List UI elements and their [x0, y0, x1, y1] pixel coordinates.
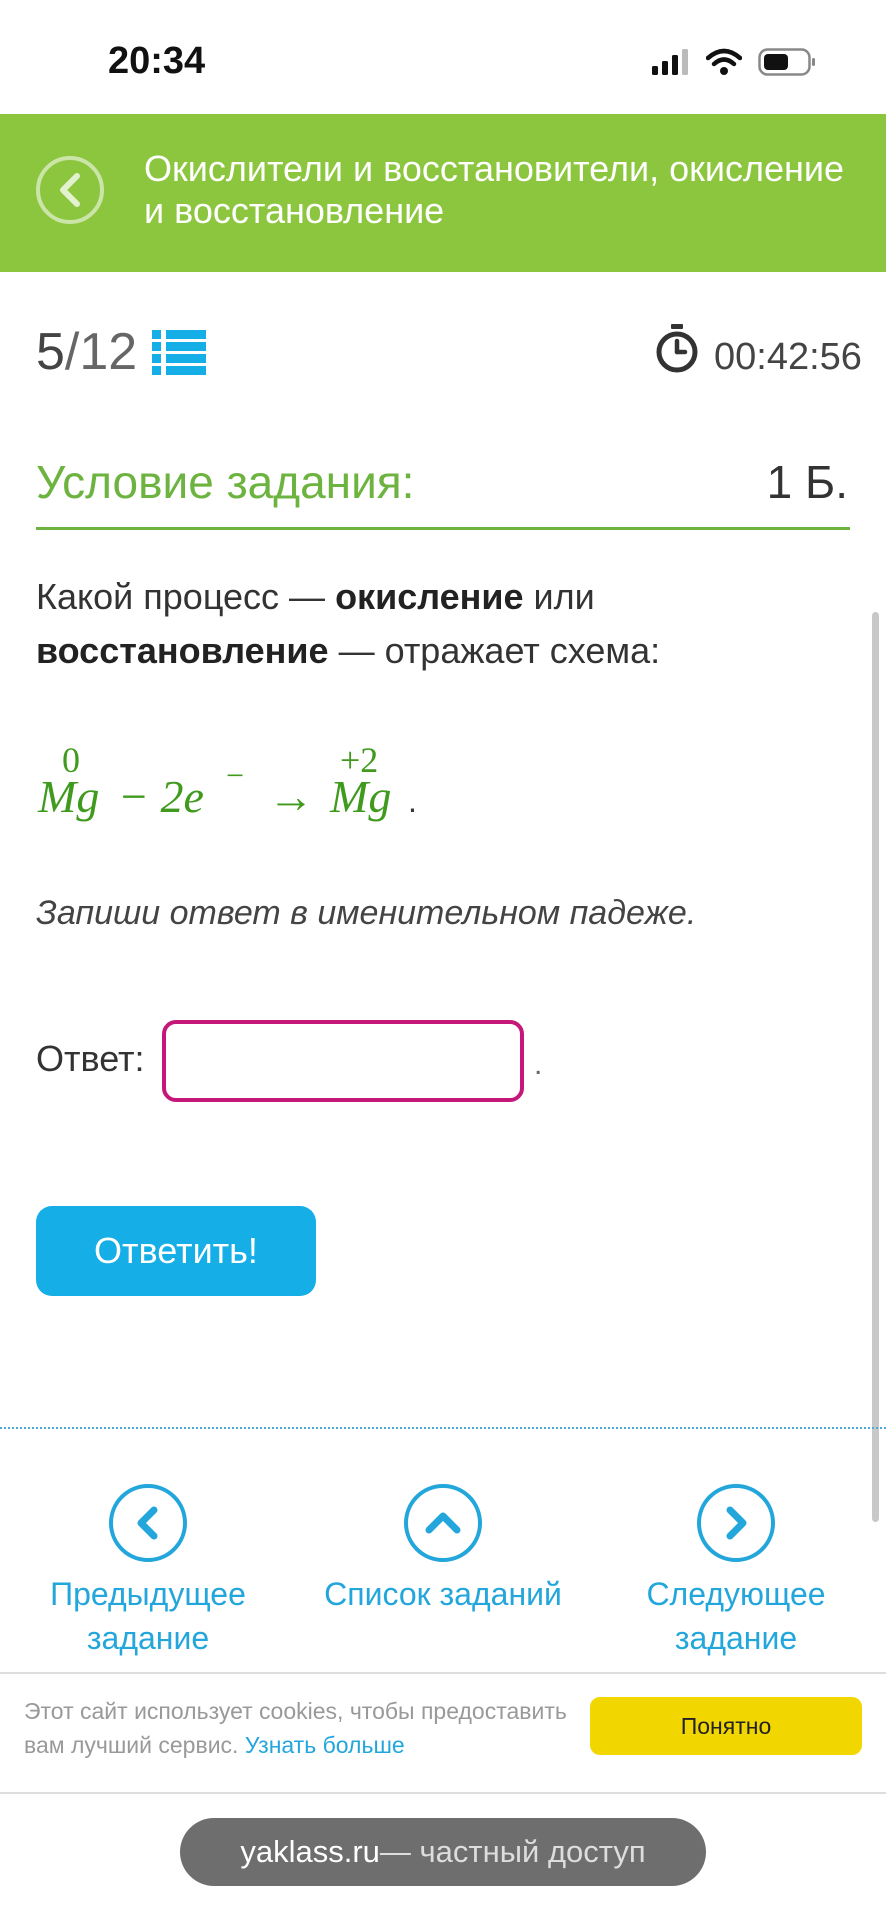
prev-label-line: задание — [86, 1620, 210, 1656]
answer-dot: . — [534, 1048, 543, 1081]
site-banner[interactable]: yaklass.ru — частный доступ — [180, 1818, 706, 1886]
submit-answer-button[interactable]: Ответить! — [36, 1206, 316, 1296]
chevron-right-icon — [726, 1506, 747, 1540]
scrollbar[interactable] — [872, 612, 879, 1522]
chevron-up-icon — [425, 1512, 461, 1534]
cookie-text: Этот сайт использует cookies, чтобы пред… — [24, 1694, 584, 1762]
stopwatch-icon — [656, 324, 698, 373]
reaction-arrow: → — [268, 771, 314, 822]
answer-input[interactable] — [162, 1020, 524, 1102]
condition-points: 1 Б. — [766, 456, 848, 508]
status-time: 20:34 — [108, 40, 206, 82]
electron-term: − 2e — [118, 771, 204, 822]
next-task-label: Следующее задание — [616, 1572, 856, 1660]
task-total: /12 — [64, 323, 138, 381]
question-text: Какой процесс — окисление или восстановл… — [36, 570, 826, 678]
question-part: — отражает схема: — [328, 630, 661, 671]
task-current: 5 — [36, 323, 65, 381]
next-task-nav[interactable]: Следующее задание — [616, 1484, 856, 1660]
answer-hint: Запиши ответ в именительном падеже. — [36, 894, 697, 932]
status-icons — [652, 48, 816, 76]
topic-title: Окислители и восстановители, окисление и… — [144, 148, 845, 231]
prev-task-label: Предыдущее задание — [28, 1572, 268, 1660]
chevron-left-icon — [137, 1506, 158, 1540]
prev-circle[interactable] — [109, 1484, 187, 1562]
cellular-signal-icon — [652, 49, 688, 75]
list-circle[interactable] — [404, 1484, 482, 1562]
left-element: Mg — [37, 771, 99, 822]
learn-more-link[interactable]: Узнать больше — [245, 1732, 405, 1758]
cookie-accept-button[interactable]: Понятно — [590, 1697, 862, 1755]
battery-icon — [758, 48, 815, 76]
prev-task-nav[interactable]: Предыдущее задание — [28, 1484, 268, 1660]
task-list-label: Список заданий — [324, 1576, 562, 1612]
formula-end: . — [408, 783, 417, 819]
reaction-formula: 0 Mg − 2e − → +2 Mg . — [37, 740, 417, 822]
task-counter: 5/12 — [36, 322, 137, 382]
task-list-nav[interactable]: Список заданий — [313, 1484, 573, 1616]
right-element: Mg — [329, 771, 391, 822]
condition-title: Условие задания: — [36, 456, 415, 508]
prev-label-line: Предыдущее — [50, 1576, 246, 1612]
back-button[interactable] — [36, 156, 104, 224]
next-circle[interactable] — [697, 1484, 775, 1562]
wifi-icon — [706, 48, 742, 75]
answer-label: Ответ: — [36, 1038, 145, 1079]
chevron-left-icon — [60, 173, 80, 207]
question-bold-oxidation: окисление — [335, 576, 524, 617]
site-name: yaklass.ru — [240, 1834, 380, 1869]
condition-divider — [36, 527, 850, 530]
section-divider — [0, 1427, 886, 1429]
timer-value: 00:42:56 — [714, 336, 862, 378]
question-part: или — [523, 576, 595, 617]
task-list-icon[interactable] — [152, 330, 206, 376]
electron-sign: − — [226, 757, 244, 793]
next-label-line: Следующее — [646, 1576, 826, 1612]
question-part: Какой процесс — — [36, 576, 336, 617]
site-access-text: — частный доступ — [379, 1834, 646, 1869]
question-bold-reduction: восстановление — [36, 630, 329, 671]
next-label-line: задание — [674, 1620, 798, 1656]
